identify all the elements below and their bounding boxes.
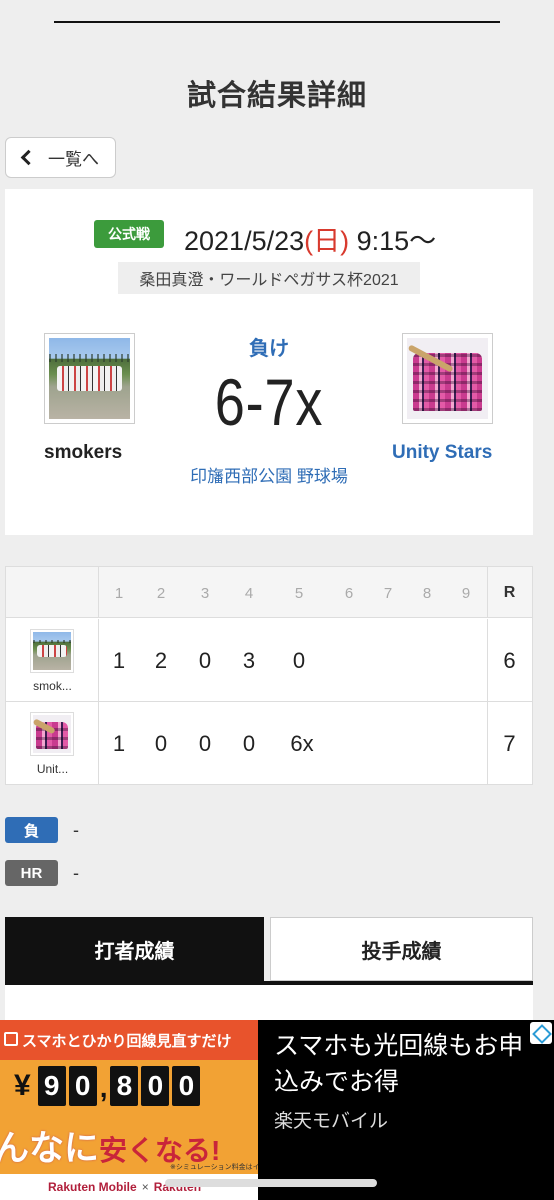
inning-header: 9 <box>461 585 471 602</box>
ad-brand-a: Rakuten Mobile <box>48 1180 137 1194</box>
home-team-thumb <box>30 629 74 673</box>
inning-score: 0 <box>242 731 256 756</box>
chevron-left-icon <box>20 149 37 166</box>
ad-headline: スマホも光回線もお申込みでお得 <box>274 1032 524 1096</box>
inning-header: 4 <box>244 585 254 602</box>
home-indicator <box>165 1179 377 1187</box>
inning-header: 6 <box>344 585 354 602</box>
venue-link[interactable]: 印旛西部公園 野球場 <box>185 466 353 488</box>
runs-total: 6 <box>503 648 516 673</box>
table-row: Unit... 1 0 0 0 6x 7 <box>6 702 532 785</box>
row-team-cell[interactable]: Unit... <box>6 702 99 785</box>
inning-score: 1 <box>112 731 126 756</box>
home-run-value: - <box>73 863 79 883</box>
home-run-badge: HR <box>5 860 58 886</box>
ad-top-text: スマホとひかり回線見直すだけ <box>22 1032 232 1050</box>
inning-header: 8 <box>422 585 432 602</box>
row-team-abbr: Unit... <box>36 762 69 776</box>
match-summary-card: 公式戦 2021/5/23(日) 9:15〜 桑田真澄・ワールドペガサス杯202… <box>5 189 533 535</box>
uniform-photo-image <box>407 338 488 419</box>
page-title: 試合結果詳細 <box>186 80 367 112</box>
tab-pitching-stats[interactable]: 投手成績 <box>270 917 533 981</box>
match-time: 9:15〜 <box>356 226 437 256</box>
linescore-header-row: 1 2 3 4 5 6 7 8 9 R <box>6 567 532 618</box>
inning-header: 3 <box>200 585 210 602</box>
header-team-cell <box>6 567 99 618</box>
back-to-list-button[interactable]: 一覧へ <box>5 137 116 178</box>
runs-total: 7 <box>503 731 516 756</box>
away-team-thumb <box>30 712 74 756</box>
linescore-table: 1 2 3 4 5 6 7 8 9 R smok... 1 2 0 3 0 6 … <box>5 566 533 785</box>
back-button-label: 一覧へ <box>48 150 99 169</box>
ad-digit: 8 <box>110 1066 139 1106</box>
ad-digit: 0 <box>172 1066 201 1106</box>
ad-yen: ¥ <box>14 1069 31 1102</box>
game-type-badge: 公式戦 <box>94 220 164 248</box>
row-team-abbr: smok... <box>33 679 72 693</box>
ad-info-icon[interactable] <box>530 1022 552 1044</box>
inning-header: 1 <box>114 585 124 602</box>
ad-comma: , <box>99 1072 108 1103</box>
ad-digit: 0 <box>141 1066 170 1106</box>
ad-brand-strip: Rakuten Mobile × Rakuten <box>0 1174 258 1200</box>
inning-score: 0 <box>292 648 306 673</box>
ad-banner[interactable]: スマホとひかり回線見直すだけ ¥ 9 0 , 8 0 0 んなに安くなる! ※シ… <box>0 1020 554 1200</box>
match-day-of-week: (日) <box>304 226 350 256</box>
home-team-name[interactable]: smokers <box>44 442 122 464</box>
inning-score: 0 <box>154 731 168 756</box>
away-team-logo[interactable] <box>402 333 493 424</box>
inning-header: 5 <box>294 585 304 602</box>
inning-score: 1 <box>112 648 126 673</box>
inning-header: 2 <box>156 585 166 602</box>
table-row: smok... 1 2 0 3 0 6 <box>6 619 532 702</box>
ad-price: ¥ 9 0 , 8 0 0 <box>14 1066 201 1110</box>
losing-pitcher-value: - <box>73 820 79 840</box>
tournament-name: 桑田真澄・ワールドペガサス杯2021 <box>118 262 420 294</box>
match-datetime: 2021/5/23(日) 9:15〜 <box>184 219 436 258</box>
runs-header: R <box>503 584 516 601</box>
inning-score: 3 <box>242 648 256 673</box>
ad-slogan-a: んなに <box>0 1129 100 1168</box>
ad-text-panel[interactable]: スマホも光回線もお申込みでお得 楽天モバイル <box>258 1020 554 1200</box>
inning-header: 7 <box>383 585 393 602</box>
inning-score: 2 <box>154 648 168 673</box>
match-date: 2021/5/23 <box>184 226 305 256</box>
stats-panel <box>5 985 533 1025</box>
inning-score: 6x <box>290 731 314 756</box>
ad-creative[interactable]: スマホとひかり回線見直すだけ ¥ 9 0 , 8 0 0 んなに安くなる! ※シ… <box>0 1020 258 1200</box>
home-icon <box>4 1032 18 1046</box>
inning-score: 0 <box>198 648 212 673</box>
row-team-cell[interactable]: smok... <box>6 619 99 701</box>
top-divider <box>54 21 500 23</box>
inning-score: 0 <box>198 731 212 756</box>
tab-batting-stats[interactable]: 打者成績 <box>5 917 264 981</box>
losing-pitcher-badge: 負 <box>5 817 58 843</box>
ad-top-strip: スマホとひかり回線見直すだけ <box>0 1020 258 1060</box>
ad-brand-name: 楽天モバイル <box>274 1111 389 1132</box>
ad-note: ※シミュレーション料金はイメ <box>170 1164 258 1171</box>
ad-digit: 0 <box>68 1066 97 1106</box>
away-team-name[interactable]: Unity Stars <box>392 442 492 464</box>
ad-digit: 9 <box>37 1066 66 1106</box>
ad-brand-x: × <box>141 1180 149 1194</box>
